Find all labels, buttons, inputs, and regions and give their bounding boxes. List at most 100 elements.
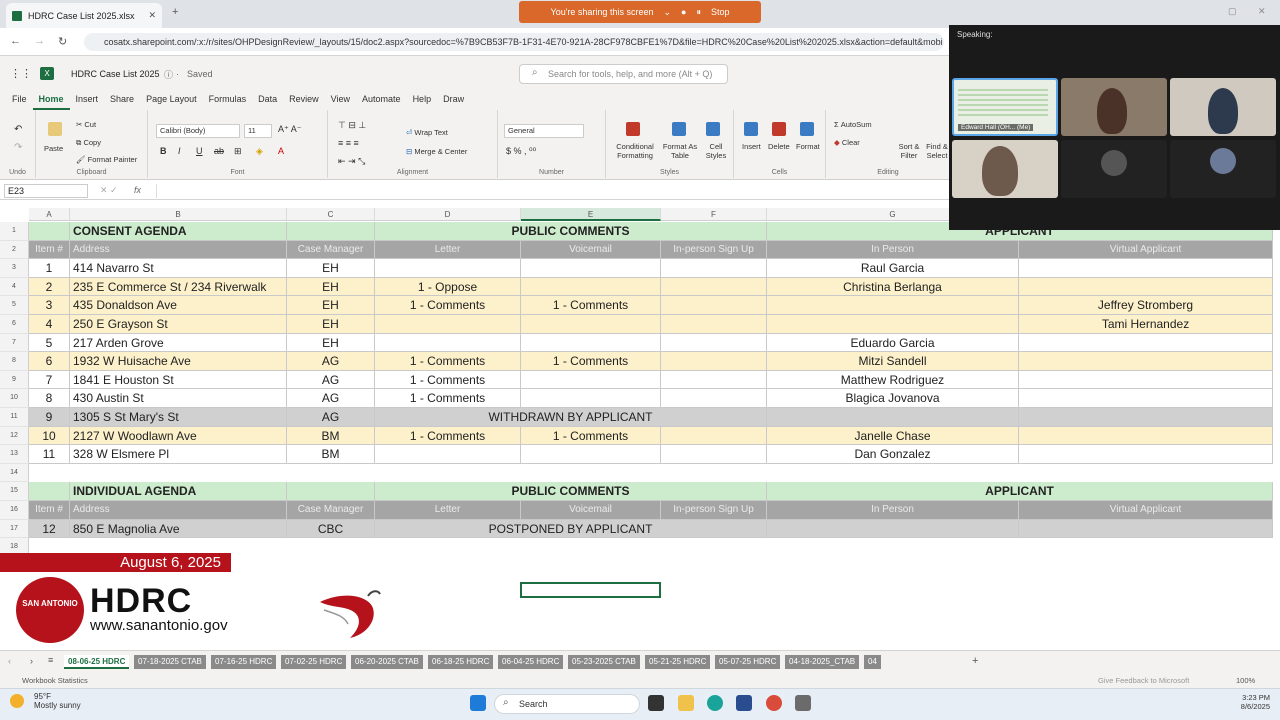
in-person-cell[interactable]: Blagica Jovanova <box>767 389 1019 408</box>
tab-insert[interactable]: Insert <box>70 92 105 110</box>
column-label[interactable]: Address <box>70 240 287 260</box>
redo-icon[interactable]: ↷ <box>14 142 22 153</box>
column-label[interactable]: Letter <box>375 240 521 260</box>
signup-cell[interactable] <box>661 259 767 278</box>
public-comments-title[interactable]: PUBLIC COMMENTS <box>375 482 767 501</box>
virtual-applicant-cell[interactable]: Jeffrey Stromberg <box>1019 296 1273 315</box>
row-header[interactable]: 14 <box>0 463 29 483</box>
virtual-applicant-cell[interactable] <box>1019 519 1273 539</box>
restore-window-icon[interactable]: ▢ <box>1228 6 1237 17</box>
column-header-c[interactable]: C <box>287 208 375 221</box>
case-manager-cell[interactable]: BM <box>287 445 375 464</box>
tab-review[interactable]: Review <box>283 92 325 110</box>
sheet-tab[interactable]: 07-16-25 HDRC <box>211 655 277 669</box>
in-person-cell[interactable] <box>767 315 1019 334</box>
virtual-applicant-cell[interactable] <box>1019 277 1273 297</box>
align-top-icon[interactable]: ⊤ ⊟ ⊥ <box>338 120 366 131</box>
address-cell[interactable]: 2127 W Woodlawn Ave <box>70 426 287 446</box>
column-header-b[interactable]: B <box>70 208 287 221</box>
cell[interactable] <box>287 222 375 241</box>
underline-icon[interactable]: U <box>196 146 203 156</box>
in-person-cell[interactable] <box>767 296 1019 315</box>
row-header[interactable]: 15 <box>0 482 29 501</box>
item-number[interactable]: 8 <box>29 389 70 408</box>
signup-cell[interactable] <box>661 426 767 446</box>
edge-icon[interactable] <box>707 695 723 711</box>
column-header-a[interactable]: A <box>29 208 70 221</box>
column-label[interactable]: Item # <box>29 240 70 260</box>
in-person-cell[interactable]: Mitzi Sandell <box>767 352 1019 371</box>
letter-cell[interactable]: 1 - Comments <box>375 370 521 390</box>
cell[interactable] <box>287 482 375 501</box>
virtual-applicant-cell[interactable] <box>1019 408 1273 427</box>
feedback-link[interactable]: Give Feedback to Microsoft <box>1098 676 1189 685</box>
virtual-applicant-cell[interactable] <box>1019 259 1273 278</box>
file-explorer-icon[interactable] <box>678 695 694 711</box>
insert-cells-button[interactable]: Insert <box>742 142 761 151</box>
case-manager-cell[interactable]: AG <box>287 352 375 371</box>
item-number[interactable]: 6 <box>29 352 70 371</box>
sheet-tab[interactable]: 04 <box>864 655 881 669</box>
tab-help[interactable]: Help <box>407 92 438 110</box>
signup-cell[interactable] <box>661 315 767 334</box>
letter-cell[interactable] <box>375 315 521 334</box>
virtual-applicant-cell[interactable] <box>1019 370 1273 390</box>
address-cell[interactable]: 235 E Commerce St / 234 Riverwalk <box>70 277 287 297</box>
find-select-button[interactable]: Find & Select <box>924 142 950 160</box>
address-cell[interactable]: 217 Arden Grove <box>70 333 287 353</box>
virtual-applicant-cell[interactable]: Tami Hernandez <box>1019 315 1273 334</box>
in-person-cell[interactable]: Eduardo Garcia <box>767 333 1019 353</box>
virtual-applicant-cell[interactable] <box>1019 389 1273 408</box>
number-format-select[interactable]: General <box>504 124 584 138</box>
cell[interactable] <box>29 482 70 501</box>
address-cell[interactable]: 1305 S St Mary's St <box>70 408 287 427</box>
signup-cell[interactable] <box>661 370 767 390</box>
sheet-tab[interactable]: 05-07-25 HDRC <box>715 655 781 669</box>
voicemail-cell[interactable]: 1 - Comments <box>521 426 661 446</box>
chrome-icon[interactable] <box>766 695 782 711</box>
video-tile-participant-2[interactable] <box>1061 78 1167 136</box>
row-header[interactable]: 7 <box>0 333 29 353</box>
signup-cell[interactable] <box>661 389 767 408</box>
search-input[interactable]: Search for tools, help, and more (Alt + … <box>519 64 728 84</box>
status-cell[interactable]: POSTPONED BY APPLICANT <box>375 519 767 539</box>
column-label[interactable]: Voicemail <box>521 501 661 520</box>
item-number[interactable]: 11 <box>29 445 70 464</box>
column-label[interactable]: Address <box>70 501 287 520</box>
status-cell[interactable]: WITHDRAWN BY APPLICANT <box>375 408 767 427</box>
column-label[interactable]: Virtual Applicant <box>1019 501 1273 520</box>
item-number[interactable]: 2 <box>29 277 70 297</box>
borders-icon[interactable]: ⊞ <box>234 146 242 157</box>
merge-center-button[interactable]: ⊟ Merge & Center <box>406 147 467 156</box>
voicemail-cell[interactable]: 1 - Comments <box>521 352 661 371</box>
row-header[interactable]: 17 <box>0 519 29 539</box>
sensitivity-icon[interactable]: ⓘ <box>164 68 173 81</box>
video-tile-participant-5[interactable] <box>1061 140 1167 198</box>
undo-icon[interactable]: ↶ <box>14 124 22 135</box>
sheet-tab[interactable]: 06-20-2025 CTAB <box>351 655 423 669</box>
format-cells-button[interactable]: Format <box>796 142 820 151</box>
row-header[interactable]: 3 <box>0 259 29 278</box>
sheet-tab[interactable]: 05-21-25 HDRC <box>645 655 711 669</box>
stop-share-button[interactable]: Stop <box>711 7 730 17</box>
agenda-title[interactable]: INDIVIDUAL AGENDA <box>70 482 287 501</box>
app-launcher-icon[interactable]: ⋮⋮ <box>10 67 32 80</box>
applicant-title[interactable]: APPLICANT <box>767 482 1273 501</box>
row-header[interactable]: 12 <box>0 426 29 446</box>
address-cell[interactable]: 435 Donaldson Ave <box>70 296 287 315</box>
browser-tab[interactable]: HDRC Case List 2025.xlsx ✕ <box>6 3 162 28</box>
taskbar-search[interactable]: Search <box>494 694 640 714</box>
letter-cell[interactable]: 1 - Comments <box>375 352 521 371</box>
sheet-list-icon[interactable]: ≡ <box>48 655 53 665</box>
case-manager-cell[interactable]: EH <box>287 259 375 278</box>
fill-color-icon[interactable]: ◈ <box>256 146 263 157</box>
letter-cell[interactable]: 1 - Comments <box>375 389 521 408</box>
tab-home[interactable]: Home <box>32 92 70 110</box>
item-number[interactable]: 9 <box>29 408 70 427</box>
in-person-cell[interactable] <box>767 408 1019 427</box>
tab-formulas[interactable]: Formulas <box>203 92 253 110</box>
voicemail-cell[interactable] <box>521 333 661 353</box>
currency-percent-icons[interactable]: $ % , ⁰⁰ <box>506 146 536 157</box>
align-left-icon[interactable]: ≡ ≡ ≡ <box>338 138 359 148</box>
conditional-formatting-button[interactable]: Conditional Formatting <box>612 142 658 160</box>
